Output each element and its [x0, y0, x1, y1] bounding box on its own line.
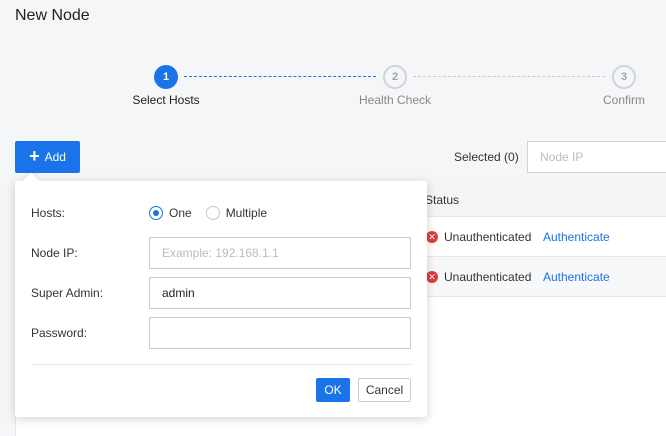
error-icon: ✕ — [426, 271, 438, 283]
radio-one[interactable]: One — [149, 206, 192, 220]
plus-icon: + — [29, 146, 40, 166]
step-3-number: 3 — [612, 65, 636, 89]
step-1-number: 1 — [154, 65, 178, 89]
radio-one-label: One — [169, 206, 192, 220]
ok-button[interactable]: OK — [316, 378, 350, 402]
hosts-radio-group: One Multiple — [149, 206, 281, 220]
super-admin-field[interactable] — [149, 277, 411, 309]
add-button-label: Add — [44, 150, 66, 164]
form-divider — [31, 364, 411, 365]
radio-multiple-label: Multiple — [225, 206, 268, 220]
radio-multiple[interactable]: Multiple — [205, 206, 268, 220]
password-label: Password: — [31, 326, 88, 340]
super-admin-label: Super Admin: — [31, 286, 104, 300]
node-ip-field[interactable] — [149, 237, 411, 269]
hosts-label: Hosts: — [31, 206, 66, 220]
status-text: Unauthenticated — [444, 230, 532, 244]
add-button[interactable]: + Add — [15, 141, 80, 173]
authenticate-link[interactable]: Authenticate — [543, 230, 610, 244]
node-ip-search-input[interactable] — [527, 141, 666, 173]
column-header-status: Status — [425, 193, 460, 207]
step-indicator: 1 2 3 Select Hosts Health Check Confirm — [0, 65, 666, 109]
node-ip-label: Node IP: — [31, 246, 78, 260]
step-connector-1 — [184, 76, 376, 77]
step-connector-2 — [413, 76, 605, 77]
selected-count: Selected (0) — [454, 150, 519, 164]
status-text: Unauthenticated — [444, 270, 532, 284]
step-2-number: 2 — [383, 65, 407, 89]
page-title: New Node — [15, 7, 90, 24]
password-field[interactable] — [149, 317, 411, 349]
radio-unchecked-icon — [205, 206, 220, 220]
popover-arrow — [22, 172, 40, 190]
error-icon: ✕ — [426, 231, 438, 243]
authenticate-link[interactable]: Authenticate — [543, 270, 610, 284]
add-host-popover: Hosts: One Multiple Node IP: Super Admin… — [15, 172, 427, 417]
cancel-button[interactable]: Cancel — [358, 378, 411, 402]
radio-checked-icon — [149, 206, 163, 220]
step-3-label: Confirm — [602, 93, 646, 107]
step-2-label: Health Check — [358, 93, 432, 107]
step-1-label: Select Hosts — [132, 93, 200, 107]
